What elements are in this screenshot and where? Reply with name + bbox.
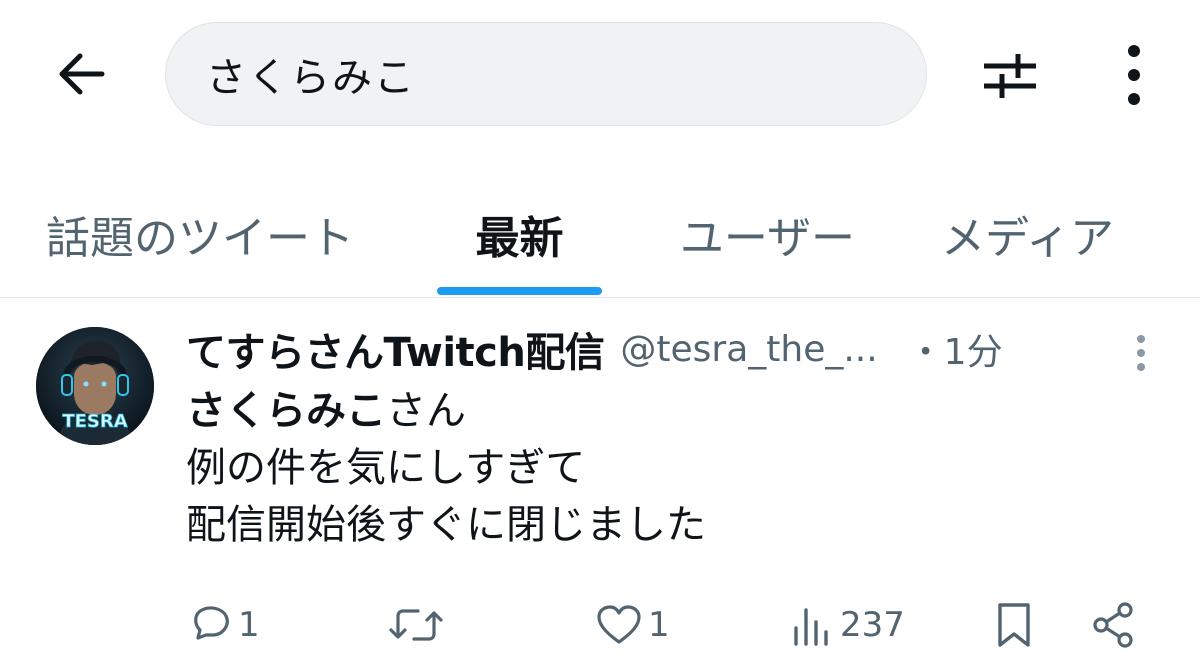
tweet-actions: 1 1 237 [0, 597, 1200, 653]
tab-top-tweets[interactable]: 話題のツイート [20, 180, 380, 296]
comment-icon [194, 606, 229, 640]
more-vertical-icon [1137, 335, 1145, 371]
mention-suffix: さん [386, 388, 466, 434]
user-handle[interactable]: @tesra_the_... [620, 329, 877, 370]
search-input[interactable]: さくらみこ [165, 22, 927, 126]
tweet-line: 例の件を気にしすぎて [186, 445, 586, 491]
tweet-line: 配信開始後すぐに閉じました [186, 502, 706, 548]
tab-label: 最新 [475, 213, 564, 264]
avatar[interactable]: TESRA [36, 327, 154, 445]
back-button[interactable] [52, 44, 112, 104]
search-tabs: 話題のツイート 最新 ユーザー メディア [0, 180, 1200, 298]
avatar-image: TESRA [36, 327, 154, 445]
mentioned-keyword: さくらみこ [186, 388, 386, 434]
timestamp[interactable]: ・1分 [908, 323, 1003, 375]
filter-button[interactable] [978, 46, 1042, 106]
like-button[interactable]: 1 [594, 597, 670, 653]
display-name[interactable]: てすらさんTwitch配信 [186, 320, 605, 378]
retweet-icon [389, 609, 443, 641]
search-query: さくらみこ [206, 55, 416, 101]
bookmark-button[interactable] [994, 597, 1034, 653]
view-count: 237 [840, 605, 905, 645]
reply-button[interactable]: 1 [188, 597, 260, 653]
like-count: 1 [648, 605, 670, 645]
share-button[interactable] [1090, 597, 1136, 653]
active-tab-indicator [437, 287, 602, 295]
tab-label: ユーザー [679, 213, 856, 264]
more-options-button[interactable] [1104, 40, 1164, 110]
tab-users[interactable]: ユーザー [660, 180, 875, 296]
top-bar: さくらみこ [0, 0, 1200, 150]
svg-text:TESRA: TESRA [62, 411, 127, 432]
bar-chart-icon [794, 608, 828, 646]
tweet-text: さくらみこさん 例の件を気にしすぎて 配信開始後すぐに閉じました [186, 383, 706, 554]
retweet-button[interactable] [388, 597, 444, 653]
share-icon [1093, 602, 1133, 648]
tweet-header: てすらさんTwitch配信 @tesra_the_... ・1分 [186, 321, 1003, 377]
sliders-icon [984, 54, 1036, 98]
tweet[interactable]: TESRA てすらさんTwitch配信 @tesra_the_... ・1分 さ… [0, 299, 1200, 652]
more-vertical-icon [1128, 45, 1140, 105]
heart-icon [597, 605, 641, 644]
tab-label: メディア [941, 213, 1114, 264]
tab-latest[interactable]: 最新 [437, 180, 602, 296]
tab-media[interactable]: メディア [920, 180, 1135, 296]
views-button[interactable]: 237 [790, 597, 905, 653]
arrow-left-icon [59, 53, 105, 95]
bookmark-icon [998, 603, 1030, 647]
tab-label: 話題のツイート [46, 213, 354, 264]
tweet-more-button[interactable] [1124, 331, 1158, 375]
reply-count: 1 [238, 605, 260, 645]
